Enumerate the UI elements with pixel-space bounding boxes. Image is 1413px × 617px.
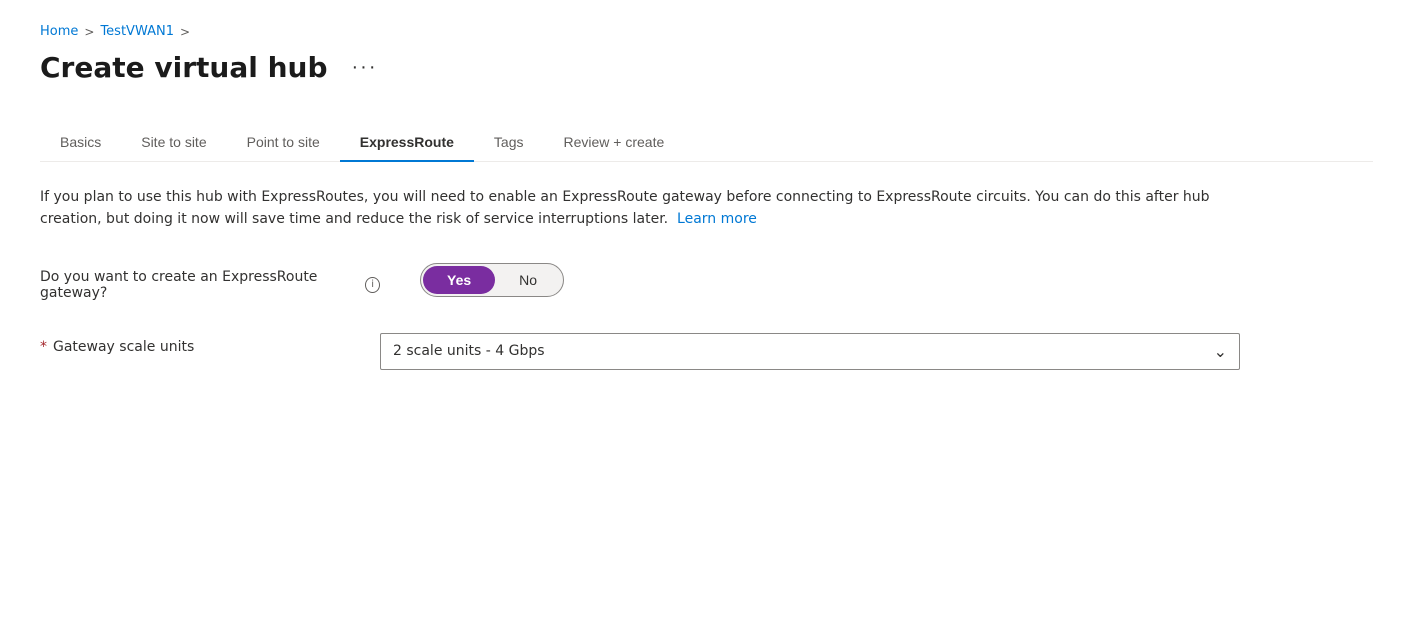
- gateway-scale-label: * Gateway scale units: [40, 339, 340, 355]
- learn-more-link[interactable]: Learn more: [677, 211, 757, 227]
- description-text: If you plan to use this hub with Express…: [40, 186, 1240, 231]
- page-title: Create virtual hub: [40, 51, 328, 84]
- breadcrumb-vwan[interactable]: TestVWAN1: [100, 24, 174, 39]
- gateway-scale-select[interactable]: 2 scale units - 4 Gbps ⌄: [380, 333, 1240, 370]
- info-icon[interactable]: i: [365, 277, 380, 293]
- gateway-scale-row: * Gateway scale units 2 scale units - 4 …: [40, 333, 1240, 370]
- breadcrumb-sep-1: >: [84, 25, 94, 39]
- chevron-down-icon: ⌄: [1214, 342, 1227, 361]
- form-section: Do you want to create an ExpressRoute ga…: [40, 263, 1240, 370]
- gateway-toggle-row: Do you want to create an ExpressRoute ga…: [40, 263, 1240, 301]
- gateway-toggle-label: Do you want to create an ExpressRoute ga…: [40, 269, 380, 301]
- breadcrumb-home[interactable]: Home: [40, 24, 78, 39]
- breadcrumb-sep-2: >: [180, 25, 190, 39]
- tab-review-create[interactable]: Review + create: [544, 124, 685, 162]
- gateway-toggle-label-text: Do you want to create an ExpressRoute ga…: [40, 269, 359, 301]
- gateway-toggle-label-group: Do you want to create an ExpressRoute ga…: [40, 263, 380, 301]
- tab-expressroute[interactable]: ExpressRoute: [340, 124, 474, 162]
- gateway-scale-label-group: * Gateway scale units: [40, 333, 340, 355]
- gateway-scale-label-text: Gateway scale units: [53, 339, 194, 355]
- page-header: Create virtual hub ···: [40, 51, 1373, 84]
- toggle-yes-button[interactable]: Yes: [423, 266, 495, 294]
- breadcrumb: Home > TestVWAN1 >: [40, 24, 1373, 39]
- tab-basics[interactable]: Basics: [40, 124, 121, 162]
- tab-tags[interactable]: Tags: [474, 124, 544, 162]
- ellipsis-button[interactable]: ···: [344, 52, 386, 83]
- tab-site-to-site[interactable]: Site to site: [121, 124, 226, 162]
- required-marker: *: [40, 339, 47, 355]
- gateway-scale-value: 2 scale units - 4 Gbps: [393, 343, 545, 359]
- tab-point-to-site[interactable]: Point to site: [227, 124, 340, 162]
- tabs-bar: Basics Site to site Point to site Expres…: [40, 124, 1373, 162]
- toggle-no-button[interactable]: No: [495, 266, 561, 294]
- description-body: If you plan to use this hub with Express…: [40, 189, 1210, 227]
- gateway-toggle-control: Yes No: [420, 263, 564, 297]
